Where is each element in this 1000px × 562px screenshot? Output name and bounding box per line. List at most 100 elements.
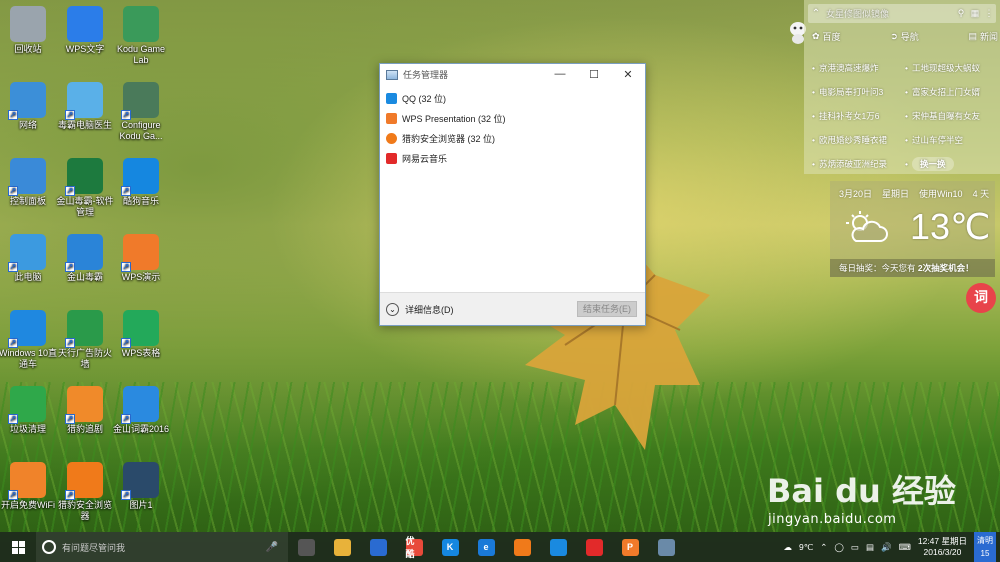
ad-firewall-icon: ↗ (65, 310, 103, 348)
dictionary-button[interactable]: 词 (966, 283, 996, 313)
wps-writer-icon (67, 6, 103, 42)
desktop-icon[interactable]: ↗ 金山毒霸 (54, 234, 116, 283)
desktop-icon[interactable]: ↗ 猎豹追剧 (54, 386, 116, 435)
desktop-icon-label: 图片1 (129, 500, 153, 510)
desktop-icon[interactable]: ↗ 猎豹安全浏览器 (54, 462, 116, 522)
input-method-icon[interactable]: ◯ (834, 542, 844, 553)
title-bar[interactable]: 任务管理器 — ☐ ✕ (380, 64, 645, 85)
widget-search-bar[interactable]: ⌃ 女星修图似镜像 ⚲ ▦ ⋮ (808, 4, 996, 23)
desktop-icon[interactable]: ↗ 此电脑 (0, 234, 59, 283)
liebao-browser-icon (513, 538, 531, 556)
widget-search-input[interactable]: 女星修图似镜像 (824, 7, 954, 20)
desktop-icon[interactable]: ↗ Windows 10直通车 (0, 310, 59, 370)
news-link[interactable]: 电影局奉打叶问3 (812, 86, 905, 98)
weather-widget[interactable]: 3月20日 星期日 使用Win10 4 天 13℃ 每日抽奖：今天您有 2次抽奖… (830, 181, 995, 277)
cortana-icon (42, 540, 56, 554)
taskbar-app[interactable] (540, 532, 576, 562)
desktop-icon[interactable]: ↗ 金山词霸2016 (110, 386, 172, 435)
network-icon[interactable]: ▤ (866, 542, 874, 553)
taskbar-app[interactable]: e (468, 532, 504, 562)
desktop-icon[interactable]: ↗ 控制面板 (0, 158, 59, 207)
desktop-icon-label: Configure Kodu Ga... (119, 120, 163, 141)
maximize-icon[interactable]: ☐ (577, 68, 611, 81)
desktop-icon[interactable]: ↗ 图片1 (110, 462, 172, 511)
news-link[interactable]: 欧甩婚纱秀睡衣裙 (812, 134, 905, 146)
qq-icon (386, 92, 397, 104)
list-item[interactable]: 网易云音乐 (380, 148, 645, 168)
taskbar-app[interactable]: P (612, 532, 648, 562)
swap-button[interactable]: 换一换 (911, 157, 954, 171)
battery-icon[interactable]: ▭ (851, 542, 859, 553)
search-icon[interactable]: ⚲ (954, 8, 968, 19)
clock[interactable]: 12:47 星期日 2016/3/20 (918, 536, 967, 558)
tray-weather[interactable]: 9℃ (799, 542, 813, 553)
news-link[interactable]: 挂科补考女1万6 (812, 110, 905, 122)
nav-news[interactable]: ▤ 新闻 (968, 30, 998, 43)
news-link[interactable]: 宋仲基自曝有女友 (905, 110, 998, 122)
volume-icon[interactable]: 🔊 (881, 542, 892, 553)
wps-presentation-icon (386, 112, 397, 124)
taskbar-app[interactable] (504, 532, 540, 562)
desktop-icon[interactable]: ↗ 垃圾清理 (0, 386, 59, 435)
desktop-icon[interactable]: ↗ Configure Kodu Ga... (110, 82, 172, 142)
cloud-icon[interactable]: ☁ (784, 542, 793, 553)
end-task-button[interactable]: 结束任务(E) (577, 301, 637, 317)
desktop-icon-label: Windows 10直通车 (0, 348, 58, 369)
taskbar-app[interactable]: K (432, 532, 468, 562)
wps-presentation-icon: P (621, 538, 639, 556)
desktop-icon[interactable]: WPS文字 (54, 6, 116, 55)
shortcut-arrow-icon: ↗ (65, 186, 75, 196)
minimize-icon[interactable]: — (543, 68, 577, 81)
taskbar-app[interactable] (648, 532, 684, 562)
chevron-down-icon[interactable]: ⌄ (386, 302, 399, 316)
desktop-icon[interactable]: ↗ WPS表格 (110, 310, 172, 359)
menu-icon[interactable]: ⋮ (982, 8, 996, 19)
desktop-icon-label: 回收站 (14, 44, 42, 54)
notification-button[interactable]: 清明 15 (974, 532, 996, 562)
list-item[interactable]: 猎豹安全浏览器 (32 位) (380, 128, 645, 148)
task-manager-window[interactable]: 任务管理器 — ☐ ✕ QQ (32 位) WPS Presentation (… (379, 63, 646, 326)
lottery-ticker[interactable]: 每日抽奖：今天您有 2次抽奖机会！ (830, 259, 995, 277)
desktop-icon[interactable]: 回收站 (0, 6, 59, 55)
desktop-icon-label: 网络 (18, 120, 37, 130)
nav-navigation[interactable]: ➲ 导航 (890, 30, 919, 43)
desktop-icon[interactable]: ↗ 网络 (0, 82, 59, 131)
desktop-icon[interactable]: ↗ WPS演示 (110, 234, 172, 283)
news-link[interactable]: 富家女招上门女婿 (905, 86, 998, 98)
desktop-icon[interactable]: ↗ 毒霸电脑医生 (54, 82, 116, 131)
desktop-icon-label: 毒霸电脑医生 (57, 120, 112, 130)
taskbar-app[interactable] (324, 532, 360, 562)
nav-label: 新闻 (979, 32, 998, 42)
desktop-icon[interactable]: Kodu Game Lab (110, 6, 172, 66)
taskbar-app[interactable] (288, 532, 324, 562)
news-link[interactable]: 过山车停半空 (905, 134, 998, 146)
taskbar: 有问题尽管问我 🎤 优酷 Ke P ☁ 9℃ ⌃ ◯ ▭ ▤ 🔊 ⌨ 12:47 星… (0, 532, 1000, 562)
news-link[interactable]: 苏炳添破亚洲纪录 (812, 158, 905, 170)
chevron-up-icon[interactable]: ⌃ (808, 8, 824, 19)
taskbar-app[interactable]: 优酷 (396, 532, 432, 562)
baidu-watermark: Bai du 经验 (767, 472, 956, 510)
cortana-search-box[interactable]: 有问题尽管问我 🎤 (36, 532, 288, 562)
news-link[interactable]: 工地现超级大蜗蚁 (905, 62, 998, 74)
app-name: 猎豹安全浏览器 (32 位) (402, 133, 496, 144)
desktop-icon[interactable]: ↗ 金山毒霸-软件管理 (54, 158, 116, 218)
pinned-apps: 优酷 Ke P (288, 532, 684, 562)
up-arrow-icon[interactable]: ⌃ (820, 542, 827, 553)
software-manager-icon: ↗ (65, 158, 103, 196)
details-link[interactable]: 详细信息(D) (405, 303, 454, 316)
microphone-icon[interactable]: 🎤 (266, 542, 278, 553)
taskbar-app[interactable] (576, 532, 612, 562)
desktop-icon[interactable]: ↗ 天行广告防火墙 (54, 310, 116, 370)
taskbar-app[interactable] (360, 532, 396, 562)
start-button[interactable] (0, 532, 36, 562)
ime-icon[interactable]: ⌨ (899, 542, 911, 553)
nav-baidu[interactable]: ✿ 百度 (812, 30, 841, 43)
desktop-icon[interactable]: ↗ 开启免费WiFi (0, 462, 59, 511)
clock-time: 12:47 星期日 (917, 536, 967, 546)
list-item[interactable]: WPS Presentation (32 位) (380, 108, 645, 128)
news-link[interactable]: 京港澳高速爆炸 (812, 62, 905, 74)
grid-icon[interactable]: ▦ (968, 8, 982, 19)
list-item[interactable]: QQ (32 位) (380, 88, 645, 108)
close-icon[interactable]: ✕ (611, 68, 645, 81)
desktop-icon[interactable]: ↗ 酷狗音乐 (110, 158, 172, 207)
